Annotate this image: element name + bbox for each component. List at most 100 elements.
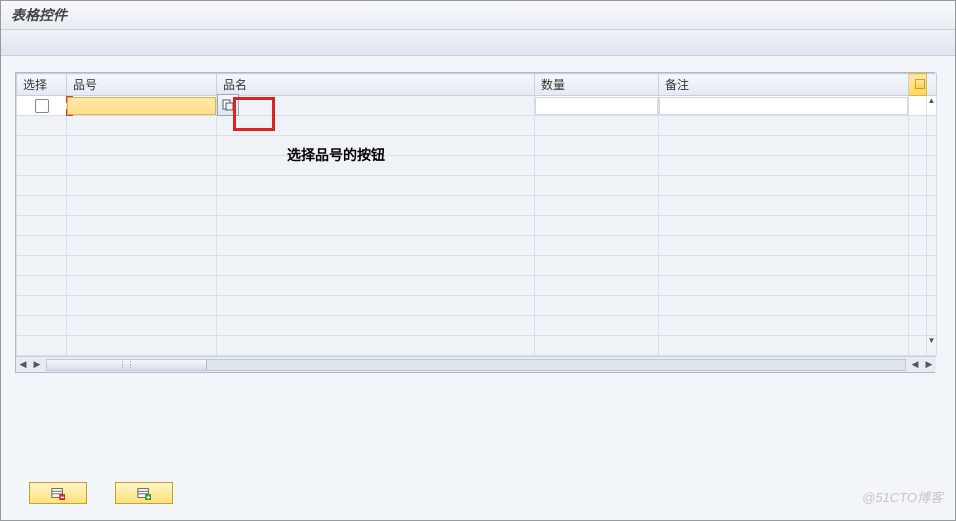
cell-spacer: [909, 196, 927, 216]
vscroll-cell[interactable]: [927, 136, 937, 156]
cell-remark: [659, 196, 909, 216]
vscroll-cell[interactable]: [927, 196, 937, 216]
table-config-button[interactable]: [909, 74, 927, 96]
table-row: [17, 216, 937, 236]
app-window: 表格控件 选择 品号 品名 数量 备注: [0, 0, 956, 521]
cell-qty[interactable]: [535, 96, 659, 116]
header-row: 选择 品号 品名 数量 备注: [17, 74, 937, 96]
cell-remark: [659, 316, 909, 336]
cell-qty: [535, 256, 659, 276]
insert-row-button[interactable]: [115, 482, 173, 504]
vscroll-cell[interactable]: [927, 176, 937, 196]
col-header-remark[interactable]: 备注: [659, 74, 909, 96]
col-header-select[interactable]: 选择: [17, 74, 67, 96]
pno-search-help-button[interactable]: [217, 94, 239, 116]
cell-qty: [535, 296, 659, 316]
col-header-pno[interactable]: 品号: [67, 74, 217, 96]
vscroll-cell[interactable]: [927, 256, 937, 276]
remark-input[interactable]: [659, 97, 908, 115]
cell-pname: [217, 176, 535, 196]
cell-remark: [659, 236, 909, 256]
col-header-pname[interactable]: 品名: [217, 74, 535, 96]
cell-qty: [535, 216, 659, 236]
cell-spacer: [909, 156, 927, 176]
cell-qty: [535, 196, 659, 216]
cell-remark: [659, 256, 909, 276]
hscroll-left-icon[interactable]: ◀: [16, 358, 30, 372]
hscroll-left-step-icon[interactable]: ◀: [908, 358, 922, 372]
vscroll-up-icon[interactable]: ▲: [927, 96, 936, 106]
table-row: [17, 176, 937, 196]
horizontal-scrollbar[interactable]: ◀ ▶ ⋮⋮ ◀ ▶: [16, 356, 936, 372]
vscroll-cell[interactable]: [927, 236, 937, 256]
cell-pno[interactable]: [67, 96, 217, 116]
cell-pno: [67, 156, 217, 176]
hscroll-track[interactable]: ⋮⋮: [46, 359, 906, 371]
cell-pname: [217, 216, 535, 236]
table-row: [17, 116, 937, 136]
cell-spacer: [909, 256, 927, 276]
content-area: 选择 品号 品名 数量 备注 ▲ ▼ ◀ ▶: [1, 56, 955, 373]
cell-qty: [535, 136, 659, 156]
vscroll-cell[interactable]: [927, 216, 937, 236]
cell-remark: [659, 276, 909, 296]
vscroll-cell[interactable]: [927, 296, 937, 316]
qty-input[interactable]: [535, 97, 658, 115]
cell-qty: [535, 316, 659, 336]
cell-pno: [67, 196, 217, 216]
vscroll-cell[interactable]: [927, 156, 937, 176]
cell-spacer: [909, 116, 927, 136]
cell-spacer: [909, 236, 927, 256]
cell-select: [17, 216, 67, 236]
cell-select: [17, 296, 67, 316]
cell-remark: [659, 116, 909, 136]
table-row: [17, 296, 937, 316]
table-control: 选择 品号 品名 数量 备注 ▲ ▼ ◀ ▶: [15, 72, 935, 373]
table-row: [17, 256, 937, 276]
hscroll-thumb[interactable]: ⋮⋮: [47, 360, 207, 370]
row-checkbox[interactable]: [35, 99, 49, 113]
cell-select: [17, 176, 67, 196]
cell-select: [17, 116, 67, 136]
cell-select[interactable]: [17, 96, 67, 116]
cell-spacer: [909, 296, 927, 316]
cell-remark: [659, 296, 909, 316]
delete-row-button[interactable]: [29, 482, 87, 504]
cell-select: [17, 196, 67, 216]
cell-qty: [535, 336, 659, 356]
pno-input[interactable]: [67, 97, 216, 115]
cell-select: [17, 156, 67, 176]
vscroll-header: [927, 74, 937, 96]
vscroll-cell[interactable]: [927, 276, 937, 296]
table-row: [17, 236, 937, 256]
cell-pname: [217, 96, 535, 116]
vscroll-cell[interactable]: [927, 316, 937, 336]
table-row: ▲: [17, 96, 937, 116]
window-title: 表格控件: [11, 7, 67, 23]
vscroll-down-icon[interactable]: ▼: [927, 336, 936, 346]
vscroll-cell[interactable]: [927, 116, 937, 136]
cell-pno: [67, 256, 217, 276]
cell-qty: [535, 116, 659, 136]
vscroll-cell[interactable]: ▲: [927, 96, 937, 116]
cell-pno: [67, 136, 217, 156]
cell-remark[interactable]: [659, 96, 909, 116]
insert-row-icon: [137, 486, 151, 500]
delete-row-icon: [51, 486, 65, 500]
cell-select: [17, 316, 67, 336]
bottom-toolbar: [29, 482, 173, 504]
cell-spacer: [909, 176, 927, 196]
col-header-qty[interactable]: 数量: [535, 74, 659, 96]
vscroll-cell[interactable]: ▼: [927, 336, 937, 356]
cell-pname: [217, 116, 535, 136]
cell-pno: [67, 216, 217, 236]
table-row: [17, 196, 937, 216]
app-toolbar: [1, 30, 955, 56]
cell-select: [17, 256, 67, 276]
hscroll-right-step-icon[interactable]: ▶: [30, 358, 44, 372]
hscroll-right-icon[interactable]: ▶: [922, 358, 936, 372]
cell-qty: [535, 236, 659, 256]
cell-pname: [217, 336, 535, 356]
cell-pno: [67, 276, 217, 296]
cell-qty: [535, 276, 659, 296]
